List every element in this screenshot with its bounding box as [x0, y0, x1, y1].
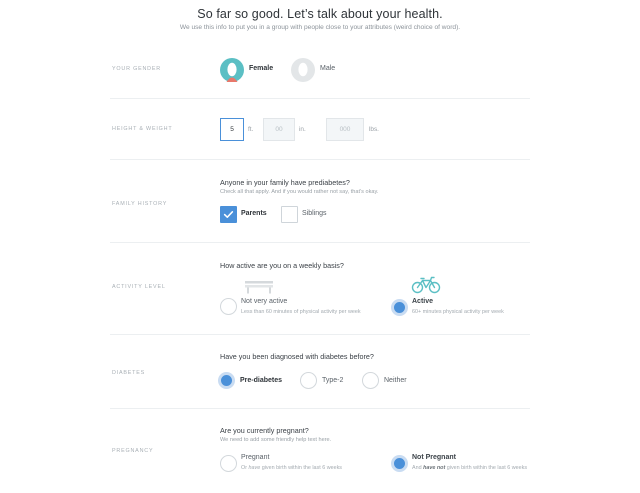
pregnancy-option-description: Or have given birth within the last 6 we…	[241, 465, 343, 471]
checkbox-box	[281, 206, 298, 223]
activity-option-label: Not very active	[241, 298, 288, 305]
activity-section: ACTIVITY LEVEL How active are you on a w…	[110, 243, 530, 335]
pounds-unit: lbs.	[369, 126, 379, 133]
pregnancy-option-pregnant[interactable]: Pregnant Or have given birth within the …	[220, 453, 380, 477]
diabetes-option-type-2[interactable]: Type-2	[300, 372, 360, 390]
checkbox-siblings[interactable]: Siblings	[281, 206, 341, 224]
diabetes-option-label: Neither	[384, 377, 407, 384]
activity-option-active[interactable]: Active 60+ minutes physical activity per…	[391, 275, 531, 321]
activity-option-description: Less than 60 minutes of physical activit…	[241, 309, 361, 315]
pregnancy-option-label: Pregnant	[241, 454, 270, 461]
gender-option-male[interactable]: Male	[291, 57, 351, 83]
pregnancy-option-description: And have not given birth within the last…	[412, 465, 528, 471]
gender-option-label: Male	[320, 65, 336, 72]
pregnancy-option-label: Not Pregnant	[412, 454, 456, 461]
radio-button	[300, 372, 317, 389]
radio-button-selected	[391, 455, 408, 472]
gender-option-label: Female	[249, 65, 274, 72]
radio-button-selected	[391, 299, 408, 316]
pregnancy-question: Are you currently pregnant?	[220, 426, 309, 435]
feet-unit: ft.	[248, 126, 254, 133]
section-label: HEIGHT & WEIGHT	[112, 126, 173, 132]
section-label: PREGNANCY	[112, 448, 154, 454]
activity-question: How active are you on a weekly basis?	[220, 261, 344, 270]
activity-option-label: Active	[412, 298, 434, 305]
diabetes-section: DIABETES Have you been diagnosed with di…	[110, 335, 530, 409]
weight-pounds-input[interactable]: 000	[326, 118, 364, 141]
section-label: YOUR GENDER	[112, 66, 161, 72]
checkbox-label: Siblings	[302, 210, 327, 217]
inches-unit: in.	[299, 126, 306, 133]
bicycle-icon	[411, 276, 441, 294]
activity-option-not-very-active[interactable]: Not very active Less than 60 minutes of …	[220, 279, 380, 321]
page-subtitle: We use this info to put you in a group w…	[179, 24, 461, 31]
bench-icon	[245, 281, 273, 294]
radio-button	[220, 455, 237, 472]
checkbox-parents[interactable]: Parents	[220, 206, 280, 224]
page-header: So far so good. Let’s talk about your he…	[0, 7, 640, 31]
gender-option-female[interactable]: Female	[220, 57, 290, 83]
section-label: DIABETES	[112, 370, 146, 376]
radio-button	[220, 298, 237, 315]
checkbox-label: Parents	[241, 210, 267, 217]
diabetes-option-label: Pre-diabetes	[240, 377, 283, 384]
diabetes-option-label: Type-2	[322, 377, 344, 384]
diabetes-option-pre-diabetes[interactable]: Pre-diabetes	[218, 372, 298, 390]
family-history-hint: Check all that apply. And if you would r…	[220, 189, 379, 195]
section-label: FAMILY HISTORY	[112, 201, 168, 207]
radio-button-selected	[218, 372, 235, 389]
diabetes-question: Have you been diagnosed with diabetes be…	[220, 352, 374, 361]
radio-button	[362, 372, 379, 389]
page-title: So far so good. Let’s talk about your he…	[197, 7, 443, 21]
family-history-section: FAMILY HISTORY Anyone in your family hav…	[110, 160, 530, 243]
checkbox-box	[220, 206, 237, 223]
checkmark-icon	[223, 211, 234, 218]
height-feet-input[interactable]: 5	[220, 118, 244, 141]
male-avatar-icon	[291, 58, 315, 82]
pregnancy-hint: We need to add some friendly help text h…	[220, 437, 332, 443]
activity-option-description: 60+ minutes physical activity per week	[412, 309, 504, 315]
diabetes-option-neither[interactable]: Neither	[362, 372, 422, 390]
family-history-question: Anyone in your family have prediabetes?	[220, 178, 350, 187]
pregnancy-option-not-pregnant[interactable]: Not Pregnant And have not given birth wi…	[391, 453, 536, 477]
pregnancy-section: PREGNANCY Are you currently pregnant? We…	[110, 409, 530, 493]
female-avatar-icon	[220, 58, 244, 82]
gender-section: YOUR GENDER Female Male	[110, 44, 530, 99]
height-inches-input[interactable]: 00	[263, 118, 295, 141]
section-label: ACTIVITY LEVEL	[112, 284, 166, 290]
height-weight-section: HEIGHT & WEIGHT 5 ft. 00 in. 000 lbs.	[110, 99, 530, 160]
